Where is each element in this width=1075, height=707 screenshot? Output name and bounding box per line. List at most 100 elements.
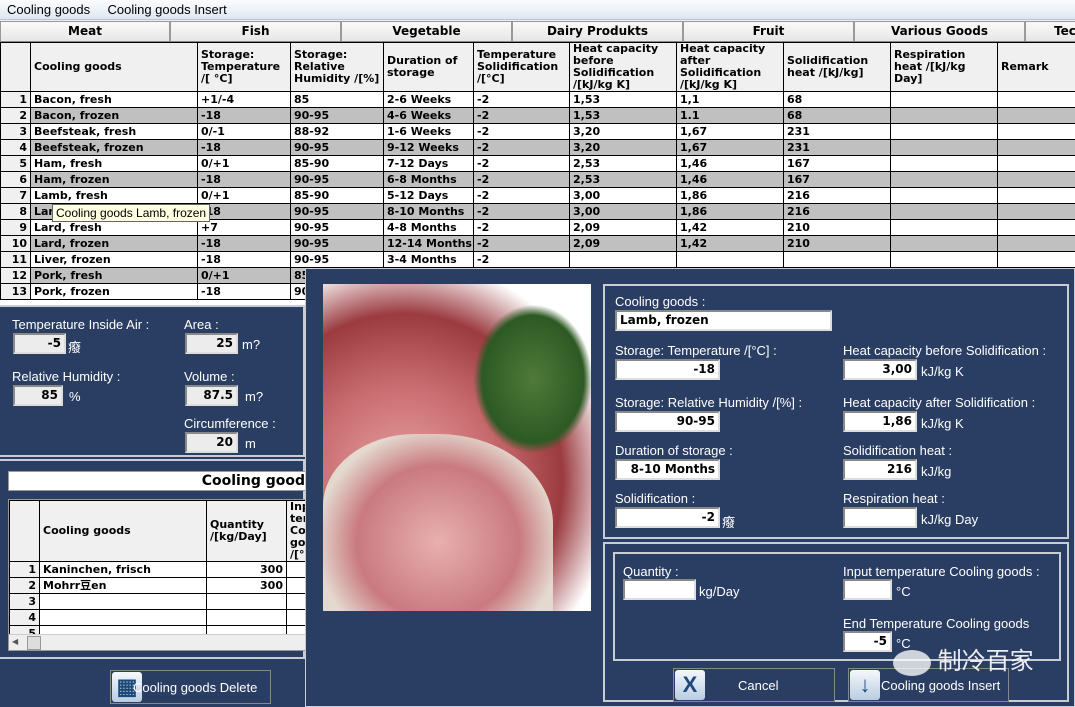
table-cell[interactable] <box>890 91 998 108</box>
table-cell[interactable] <box>997 171 1075 188</box>
table-cell[interactable] <box>997 155 1075 172</box>
table-cell[interactable]: Ham, fresh <box>30 155 198 172</box>
table-cell[interactable] <box>890 107 998 124</box>
table-cell[interactable]: 3,00 <box>569 203 677 220</box>
table-cell[interactable] <box>783 251 891 268</box>
table-cell[interactable]: 90-95 <box>290 235 384 252</box>
table-cell[interactable]: 90-95 <box>290 171 384 188</box>
table-cell[interactable]: -2 <box>473 251 570 268</box>
table-cell[interactable] <box>206 609 287 626</box>
table-cell[interactable]: +1/-4 <box>197 91 291 108</box>
tab-fish[interactable]: Fish <box>170 21 341 41</box>
hcb-field[interactable]: 3,00 <box>843 359 917 380</box>
table-row[interactable]: 2 Mohrr豆en 300 <box>9 577 307 594</box>
table-cell[interactable] <box>569 251 677 268</box>
column-header[interactable]: Storage: Temperature /[ °C] <box>197 42 291 92</box>
table-cell[interactable]: 8-10 Months <box>383 203 474 220</box>
table-row[interactable]: 4 <box>9 609 307 626</box>
scroll-left-icon[interactable]: ◀ <box>12 637 18 646</box>
area-input[interactable]: 25 <box>185 333 238 354</box>
tab-dairy[interactable]: Dairy Produkts <box>512 21 683 41</box>
table-cell[interactable]: 1,53 <box>569 107 677 124</box>
column-header[interactable]: Solidification heat /[kJ/kg] <box>783 42 891 92</box>
menu-cooling-goods[interactable]: Cooling goods <box>0 0 97 19</box>
table-row[interactable]: 7 Lamb, fresh 0/+1 85-90 5-12 Days -2 3,00 1,86… <box>0 187 1075 204</box>
tab-various[interactable]: Various Goods <box>854 21 1025 41</box>
hca-field[interactable]: 1,86 <box>843 411 917 432</box>
table-row[interactable]: 1 Kaninchen, frisch 300 <box>9 561 307 578</box>
tab-fruit[interactable]: Fruit <box>683 21 854 41</box>
selected-goods-grid[interactable]: Cooling goodsQuantity /[kg/Day]Input tem… <box>8 499 308 651</box>
table-cell[interactable]: 6-8 Months <box>383 171 474 188</box>
table-cell[interactable]: 85-90 <box>290 155 384 172</box>
column-header[interactable]: Cooling goods <box>39 500 207 562</box>
table-row[interactable]: 3 <box>9 593 307 610</box>
table-cell[interactable]: 90-95 <box>290 107 384 124</box>
table-cell[interactable]: +7 <box>197 219 291 236</box>
table-cell[interactable]: 216 <box>783 203 891 220</box>
table-cell[interactable]: -2 <box>473 123 570 140</box>
table-cell[interactable]: -2 <box>473 139 570 156</box>
table-cell[interactable]: 1.1 <box>676 107 784 124</box>
scroll-thumb[interactable] <box>27 636 41 650</box>
table-cell[interactable]: -18 <box>197 171 291 188</box>
solid-heat-field[interactable]: 216 <box>843 459 917 480</box>
table-cell[interactable] <box>997 123 1075 140</box>
table-cell[interactable]: 12-14 Months <box>383 235 474 252</box>
table-cell[interactable]: Mohrr豆en <box>39 577 207 594</box>
circumference-input[interactable]: 20 <box>185 432 238 453</box>
table-cell[interactable]: 5-12 Days <box>383 187 474 204</box>
table-cell[interactable]: 4-8 Months <box>383 219 474 236</box>
table-cell[interactable] <box>997 251 1075 268</box>
table-cell[interactable]: -2 <box>473 219 570 236</box>
table-cell[interactable]: Liver, frozen <box>30 251 198 268</box>
table-cell[interactable]: 1,42 <box>676 235 784 252</box>
table-row[interactable]: 5 Ham, fresh 0/+1 85-90 7-12 Days -2 2,53 1,46 1… <box>0 155 1075 172</box>
table-cell[interactable] <box>39 609 207 626</box>
table-cell[interactable] <box>890 219 998 236</box>
table-cell[interactable] <box>890 139 998 156</box>
table-row[interactable]: 4 Beefsteak, frozen -18 90-95 9-12 Weeks -2 3,… <box>0 139 1075 156</box>
table-cell[interactable]: 2,53 <box>569 171 677 188</box>
table-cell[interactable]: 3-4 Months <box>383 251 474 268</box>
table-cell[interactable] <box>676 251 784 268</box>
column-header[interactable]: Storage: Relative Humidity /[%] <box>290 42 384 92</box>
table-cell[interactable]: 0/-1 <box>197 123 291 140</box>
table-cell[interactable]: Pork, frozen <box>30 283 198 300</box>
table-cell[interactable]: -2 <box>473 107 570 124</box>
table-cell[interactable] <box>997 107 1075 124</box>
table-cell[interactable]: Beefsteak, fresh <box>30 123 198 140</box>
table-cell[interactable]: 9-12 Weeks <box>383 139 474 156</box>
delete-button[interactable]: ▦ Cooling goods Delete <box>110 670 271 704</box>
table-cell[interactable]: 85 <box>290 91 384 108</box>
table-cell[interactable] <box>997 203 1075 220</box>
table-cell[interactable] <box>890 123 998 140</box>
quantity-field[interactable] <box>623 579 696 600</box>
table-cell[interactable]: 300 <box>206 561 287 578</box>
column-header[interactable]: Heat capacity after Solidification /[kJ/… <box>676 42 784 92</box>
table-cell[interactable]: -18 <box>197 107 291 124</box>
resp-heat-field[interactable] <box>843 507 917 528</box>
table-cell[interactable]: 216 <box>783 187 891 204</box>
end-temp-field[interactable]: -5 <box>843 631 892 652</box>
table-cell[interactable] <box>890 251 998 268</box>
tab-vegetable[interactable]: Vegetable <box>341 21 512 41</box>
table-cell[interactable]: Ham, frozen <box>30 171 198 188</box>
table-cell[interactable]: 231 <box>783 123 891 140</box>
column-header[interactable]: Duration of storage <box>383 42 474 92</box>
table-cell[interactable]: 0/+1 <box>197 267 291 284</box>
table-cell[interactable]: 3,00 <box>569 187 677 204</box>
column-header[interactable]: Heat capacity before Solidification /[kJ… <box>569 42 677 92</box>
table-cell[interactable]: -2 <box>473 235 570 252</box>
column-header[interactable] <box>0 42 31 92</box>
table-cell[interactable]: 1,86 <box>676 187 784 204</box>
table-cell[interactable]: 1,86 <box>676 203 784 220</box>
tab-tec[interactable]: Tec <box>1025 21 1075 41</box>
table-cell[interactable]: 68 <box>783 107 891 124</box>
table-cell[interactable]: -18 <box>197 235 291 252</box>
table-row[interactable]: 6 Ham, frozen -18 90-95 6-8 Months -2 2,53 1,46… <box>0 171 1075 188</box>
menu-cooling-goods-insert[interactable]: Cooling goods Insert <box>100 0 233 19</box>
table-cell[interactable]: 1,53 <box>569 91 677 108</box>
table-cell[interactable]: 210 <box>783 235 891 252</box>
table-cell[interactable] <box>997 219 1075 236</box>
